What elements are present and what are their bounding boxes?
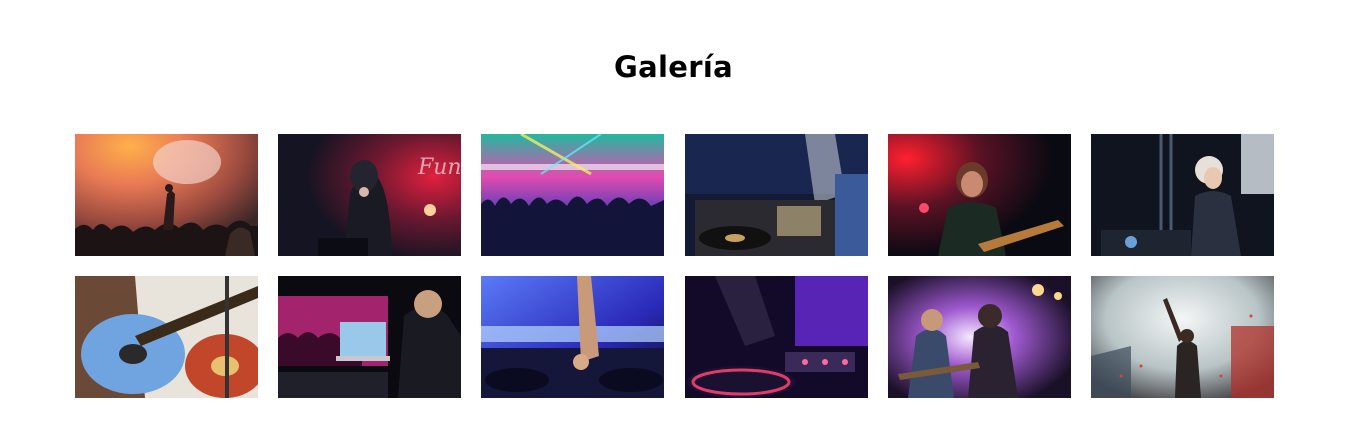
guitars-close-up-image xyxy=(75,276,258,398)
guitarist-red-light-image xyxy=(887,134,1071,256)
band-spotlight-stage-image xyxy=(887,276,1071,398)
gallery-photo-festival-crowd[interactable] xyxy=(481,134,665,256)
gallery-title: Galería xyxy=(614,50,733,84)
dj-headphones-cap-image xyxy=(1090,134,1274,256)
singer-smoke-confetti-image xyxy=(1090,276,1274,398)
gallery-photo-singer-red-neon[interactable]: Fun xyxy=(278,134,462,256)
dj-mixer-blue-image xyxy=(481,276,665,398)
festival-crowd-image xyxy=(481,134,665,256)
singer-red-neon-image: Fun xyxy=(278,134,462,256)
gallery-photo-dj-turntables[interactable] xyxy=(684,134,868,256)
photo-grid: Fun xyxy=(75,134,1274,398)
svg-text:Fun: Fun xyxy=(417,155,461,180)
gallery-photo-guitarist-red[interactable] xyxy=(887,134,1071,256)
gallery-photo-dj-headphones[interactable] xyxy=(1090,134,1274,256)
turntable-purple-image xyxy=(684,276,868,398)
gallery-photo-dj-laptop[interactable] xyxy=(278,276,462,398)
gallery-photo-singer-smoke[interactable] xyxy=(1090,276,1274,398)
dj-laptop-pink-crowd-image xyxy=(278,276,462,398)
gallery-photo-turntable-purple[interactable] xyxy=(684,276,868,398)
gallery-photo-guitars-close-up[interactable] xyxy=(75,276,258,398)
gallery-photo-band-spotlight[interactable] xyxy=(887,276,1071,398)
concert-crowd-image xyxy=(75,134,258,256)
gallery-photo-concert-crowd[interactable] xyxy=(75,134,258,256)
gallery-photo-dj-mixer[interactable] xyxy=(481,276,665,398)
dj-turntables-image xyxy=(684,134,868,256)
